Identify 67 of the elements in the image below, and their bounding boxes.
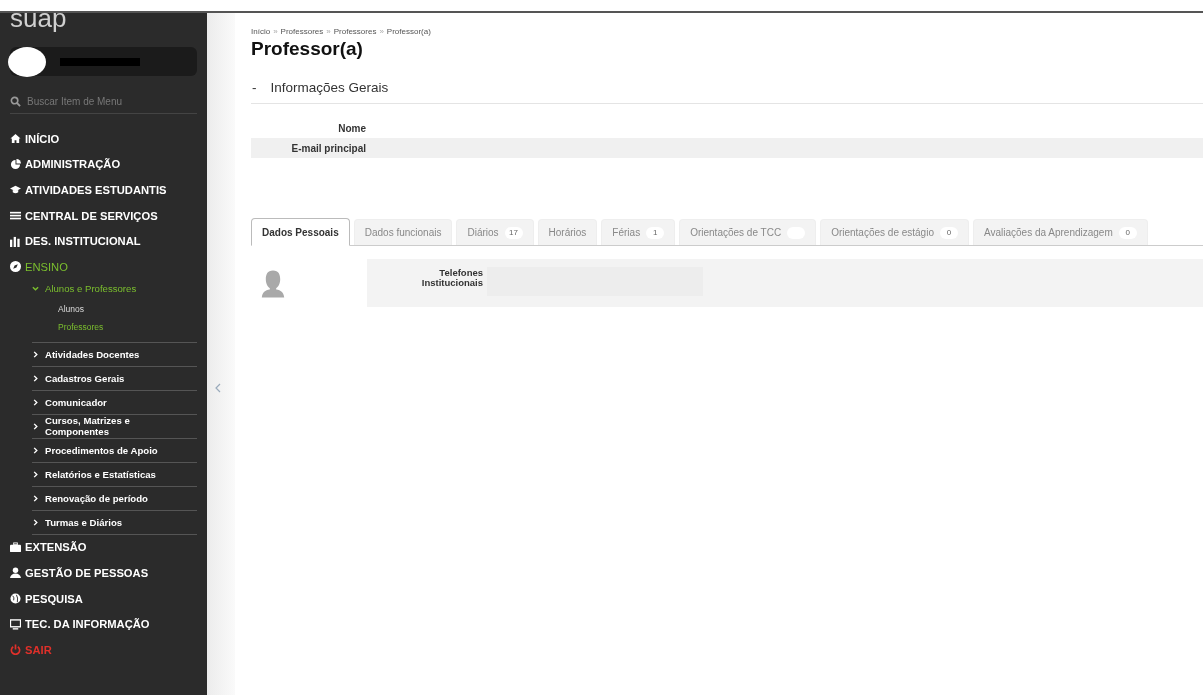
menu-link[interactable]: Professores [58, 317, 197, 336]
submenu-item[interactable]: Relatórios e Estatísticas [32, 462, 197, 487]
monitor-icon [10, 618, 21, 630]
tab[interactable]: Dados Pessoais [251, 218, 350, 246]
menu-item[interactable]: TEC. DA INFORMAÇÃO [10, 611, 197, 637]
graduation-cap-icon [10, 184, 21, 196]
tab[interactable]: Avaliações da Aprendizagem 0 [972, 219, 1148, 245]
tab[interactable]: Férias 1 [601, 219, 676, 245]
count-badge: 1 [646, 226, 665, 239]
submenu-item[interactable]: Alunos e Professores [32, 279, 197, 298]
submenu-item[interactable]: Atividades Docentes [32, 342, 197, 367]
submenu-item[interactable]: Renovação de período [32, 486, 197, 511]
tab[interactable]: Diários 17 [456, 219, 534, 245]
menu-item[interactable]: EXTENSÃO [10, 534, 197, 561]
avatar [8, 46, 46, 77]
chevron-right-icon [32, 350, 39, 358]
chevron-right-icon [32, 446, 39, 454]
page-title: Professor(a) [251, 38, 364, 60]
chevron-right-icon [32, 470, 39, 478]
breadcrumb-separator: » [273, 27, 278, 36]
globe-icon [10, 593, 21, 605]
user-card[interactable] [10, 47, 197, 76]
chevron-right-icon [32, 518, 39, 526]
menu-item[interactable]: CENTRAL DE SERVIÇOS [10, 202, 197, 229]
list-icon [10, 210, 21, 222]
breadcrumb-link[interactable]: Professores [333, 27, 377, 36]
count-badge: 0 [1118, 226, 1137, 239]
breadcrumb-separator: » [326, 27, 331, 36]
chevron-right-icon [32, 398, 39, 406]
chevron-right-icon [32, 422, 39, 430]
count-badge: 17 [504, 226, 523, 239]
submenu-item[interactable]: Procedimentos de Apoio [32, 438, 197, 463]
pie-chart-icon [10, 158, 21, 170]
submenu-item[interactable]: Cursos, Matrizes e Componentes [32, 414, 197, 439]
briefcase-icon [10, 541, 21, 553]
menu-item[interactable]: ADMINISTRAÇÃO [10, 151, 197, 178]
count-badge: 0 [939, 226, 958, 239]
chevron-right-icon [32, 494, 39, 502]
breadcrumb-link[interactable]: Início [251, 27, 271, 36]
tab[interactable]: Orientações de estágio 0 [820, 219, 969, 245]
menu-item[interactable]: PESQUISA [10, 585, 197, 612]
search-icon [10, 96, 21, 107]
search-field[interactable]: Buscar Item de Menu [27, 96, 177, 107]
field-label: Nome [337, 122, 366, 134]
menu-item[interactable]: ENSINO [10, 253, 197, 280]
chevron-right-icon [32, 374, 39, 382]
menu-item[interactable]: DES. INSTITUCIONAL [10, 228, 197, 254]
field-label: E-mail principal [290, 142, 366, 154]
breadcrumb-separator: » [379, 27, 384, 36]
collapse-toggle[interactable]: - [251, 80, 257, 95]
field-label: Telefones Institucionais [420, 268, 484, 290]
home-icon [10, 133, 21, 145]
person-silhouette-icon [261, 268, 285, 300]
chevron-down-icon [32, 285, 39, 293]
section-title: Informações Gerais [270, 80, 389, 95]
person-icon [10, 567, 21, 579]
menu-item[interactable]: INÍCIO [10, 126, 197, 152]
compass-icon [10, 261, 21, 273]
submenu-item[interactable]: Comunicador [32, 390, 197, 415]
menu-item[interactable]: ATIVIDADES ESTUDANTIS [10, 177, 197, 203]
submenu-item[interactable]: Cadastros Gerais [32, 366, 197, 391]
menu-item[interactable]: GESTÃO DE PESSOAS [10, 560, 197, 586]
menu-link[interactable]: Alunos [58, 299, 197, 318]
submenu-item[interactable]: Turmas e Diários [32, 510, 197, 535]
breadcrumb-link[interactable]: Professores [280, 27, 324, 36]
bar-chart-icon [10, 235, 21, 247]
power-icon [10, 644, 21, 656]
